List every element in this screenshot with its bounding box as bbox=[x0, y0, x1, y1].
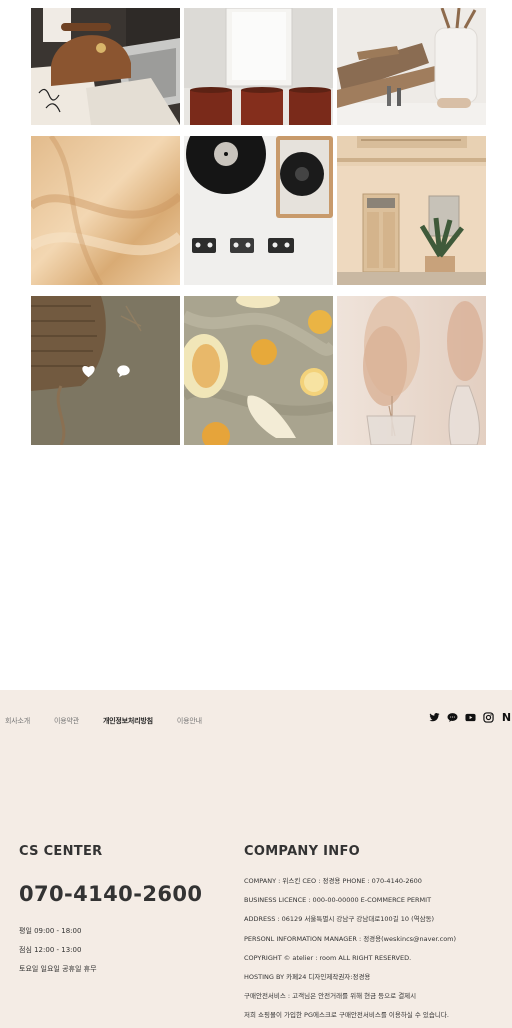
cs-hours-lunch: 점심 12:00 - 13:00 bbox=[19, 946, 82, 954]
tile-pampas-vase[interactable] bbox=[337, 296, 486, 445]
silk-fabric-image bbox=[31, 136, 180, 285]
cs-center-title: CS CENTER bbox=[19, 844, 103, 859]
frame-stools-image bbox=[184, 8, 333, 125]
site-footer: 회사소개 이용약관 개인정보처리방침 이용안내 N CS CENTER 070-… bbox=[0, 690, 512, 1028]
footer-link-terms[interactable]: 이용약관 bbox=[54, 716, 79, 726]
tile-turntable-cassettes[interactable] bbox=[184, 136, 333, 285]
heart-icon[interactable] bbox=[81, 364, 96, 378]
cs-hours: 평일 09:00 - 18:00 점심 12:00 - 13:00 토요일 일요… bbox=[19, 922, 229, 979]
tile-silk-fabric[interactable] bbox=[31, 136, 180, 285]
footer-link-privacy[interactable]: 개인정보처리방침 bbox=[103, 716, 153, 726]
company-info: COMPANY INFO COMPANY : 위스킨 CEO : 정경용 PHO… bbox=[244, 844, 506, 1026]
tile-building-door[interactable] bbox=[337, 136, 486, 285]
turntable-cassettes-image bbox=[184, 136, 333, 285]
footer-nav: 회사소개 이용약관 개인정보처리방침 이용안내 bbox=[5, 716, 226, 726]
handbag-desk-image bbox=[31, 8, 180, 125]
company-info-title: COMPANY INFO bbox=[244, 844, 360, 859]
pampas-vase-image bbox=[337, 296, 486, 445]
company-line: COMPANY : 위스킨 CEO : 정경용 PHONE : 070-4140… bbox=[244, 877, 422, 885]
company-line: ADDRESS : 06129 서울특별시 강남구 강남대로100길 10 (역… bbox=[244, 915, 435, 924]
comment-icon[interactable] bbox=[116, 364, 131, 378]
cs-hours-weekday: 평일 09:00 - 18:00 bbox=[19, 927, 82, 935]
tile-wood-boards[interactable] bbox=[337, 8, 486, 125]
kakaotalk-icon[interactable] bbox=[447, 712, 458, 723]
company-line: HOSTING BY 카페24 디자인제작권자:정경용 bbox=[244, 973, 371, 982]
tile-rattan-bag[interactable] bbox=[31, 296, 180, 445]
tile-handbag-desk[interactable] bbox=[31, 8, 180, 125]
naver-icon[interactable]: N bbox=[501, 712, 512, 723]
company-line: COPYRIGHT © atelier : room ALL RIGHT RES… bbox=[244, 953, 412, 962]
footer-link-company[interactable]: 회사소개 bbox=[5, 716, 30, 726]
company-line: BUSINESS LICENCE : 000-00-00000 E-COMMER… bbox=[244, 896, 432, 905]
twitter-icon[interactable] bbox=[429, 712, 440, 723]
fruit-linen-image bbox=[184, 296, 333, 445]
youtube-icon[interactable] bbox=[465, 712, 476, 723]
footer-link-guide[interactable]: 이용안내 bbox=[177, 716, 202, 726]
company-line: PERSONL INFORMATION MANAGER : 정경용(weskin… bbox=[244, 934, 457, 943]
company-line: 구매안전서비스 : 고객님은 안전거래를 위해 현금 등으로 결제시 bbox=[244, 992, 417, 1001]
cs-hours-holiday: 토요일 일요일 공휴일 휴무 bbox=[19, 965, 97, 973]
tile-frame-stools[interactable] bbox=[184, 8, 333, 125]
instagram-icon[interactable] bbox=[483, 712, 494, 723]
company-line: 저희 쇼핑몰이 가입한 PG에스크로 구매안전서비스를 이용하실 수 있습니다. bbox=[244, 1011, 449, 1020]
instagram-gallery bbox=[31, 8, 486, 445]
cs-center: CS CENTER 070-4140-2600 평일 09:00 - 18:00… bbox=[19, 844, 229, 979]
social-links: N bbox=[429, 712, 512, 723]
company-info-lines: COMPANY : 위스킨 CEO : 정경용 PHONE : 070-4140… bbox=[244, 872, 506, 1026]
cs-phone-number: 070-4140-2600 bbox=[19, 882, 203, 906]
tile-hover-overlay bbox=[31, 296, 180, 445]
tile-fruit-linen[interactable] bbox=[184, 296, 333, 445]
wood-boards-image bbox=[337, 8, 486, 125]
building-door-image bbox=[337, 136, 486, 285]
